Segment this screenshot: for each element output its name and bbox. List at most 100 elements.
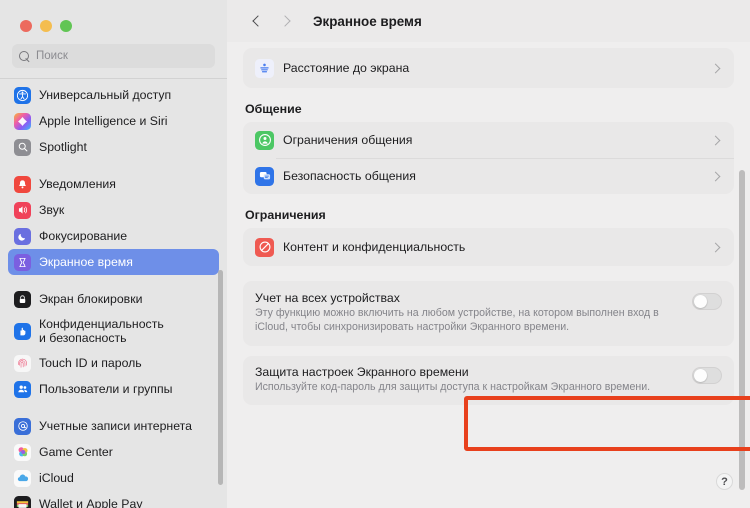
row-label: Ограничения общения	[283, 133, 413, 147]
sidebar-item-notifications[interactable]: Уведомления	[8, 171, 219, 197]
toggle-description: Эту функцию можно включить на любом устр…	[255, 307, 659, 333]
traffic-lights	[0, 0, 227, 38]
sidebar-item-apple-intelligence-siri[interactable]: Apple Intelligence и Siri	[8, 108, 219, 134]
sidebar-item-label: Spotlight	[39, 139, 87, 154]
accessibility-icon	[14, 86, 31, 104]
back-button[interactable]	[243, 8, 269, 34]
chevron-right-icon	[710, 242, 721, 252]
row-communication-safety[interactable]: Безопасность общения	[243, 158, 734, 194]
sidebar-scrollbar[interactable]	[218, 270, 223, 485]
users-groups-icon	[14, 380, 31, 398]
search-container	[0, 38, 227, 74]
sidebar-item-label: Конфиденциальность и безопасность	[39, 316, 164, 345]
lock-screen-icon	[14, 290, 31, 308]
notifications-icon	[14, 175, 31, 193]
toggle-title: Учет на всех устройствах	[255, 291, 400, 305]
privacy-security-icon	[14, 322, 31, 340]
row-communication-limits[interactable]: Ограничения общения	[243, 122, 734, 158]
settings-scroll-area[interactable]: Расстояние до экрана Общение Ограничения…	[227, 42, 750, 508]
communication-limits-icon	[255, 130, 274, 150]
search-box[interactable]	[12, 44, 215, 68]
row-label: Безопасность общения	[283, 169, 416, 183]
focus-icon	[14, 227, 31, 245]
sidebar-item-game-center[interactable]: Game Center	[8, 439, 219, 465]
sidebar-item-label: Apple Intelligence и Siri	[39, 113, 168, 128]
chevron-right-icon	[710, 63, 721, 73]
zoom-button[interactable]	[60, 20, 72, 32]
toggle-row-lock-screen-time-settings[interactable]: Защита настроек Экранного времени Исполь…	[243, 356, 734, 405]
section-title-communication: Общение	[245, 102, 302, 116]
sidebar-item-icloud[interactable]: iCloud	[8, 465, 219, 491]
sidebar-item-touch-id[interactable]: Touch ID и пароль	[8, 350, 219, 376]
help-button[interactable]: ?	[716, 473, 733, 490]
chevron-right-icon	[710, 171, 721, 181]
sidebar-item-label: Экранное время	[39, 254, 133, 269]
internet-accounts-icon	[14, 417, 31, 435]
sidebar-item-accessibility[interactable]: Универсальный доступ	[8, 82, 219, 108]
sound-icon	[14, 201, 31, 219]
content-pane: Экранное время Расстояние до экрана Обще…	[227, 0, 750, 508]
row-label: Контент и конфиденциальность	[283, 240, 466, 254]
communication-card: Ограничения общения Безопасность общения	[243, 122, 734, 194]
row-label: Расстояние до экрана	[283, 61, 410, 75]
system-settings-window: Универсальный доступ Apple Intelligence …	[0, 0, 750, 508]
row-screen-distance[interactable]: Расстояние до экрана	[243, 48, 734, 88]
screen-distance-card: Расстояние до экрана	[243, 48, 734, 88]
sidebar-item-label: iCloud	[39, 470, 74, 485]
toggle-row-share-across-devices[interactable]: Учет на всех устройствах Эту функцию мож…	[243, 281, 734, 346]
switch-knob	[694, 295, 707, 308]
screen-time-icon	[14, 253, 31, 271]
content-privacy-icon	[255, 237, 274, 257]
sidebar-item-privacy-security[interactable]: Конфиденциальность и безопасность	[8, 312, 219, 350]
sidebar-item-label: Game Center	[39, 444, 113, 459]
sidebar-item-screen-time[interactable]: Экранное время	[8, 249, 219, 275]
apple-intelligence-icon	[14, 112, 31, 130]
chevron-right-icon	[278, 15, 291, 27]
screen-distance-icon	[255, 58, 274, 78]
share-across-devices-card: Учет на всех устройствах Эту функцию мож…	[243, 281, 734, 346]
search-input[interactable]	[36, 50, 215, 62]
minimize-button[interactable]	[40, 20, 52, 32]
lock-screen-time-settings-switch[interactable]	[692, 366, 722, 384]
sidebar-item-wallet-apple-pay[interactable]: Wallet и Apple Pay	[8, 491, 219, 508]
toggle-text: Учет на всех устройствах Эту функцию мож…	[255, 291, 682, 335]
toolbar: Экранное время	[227, 0, 750, 42]
game-center-icon	[14, 443, 31, 461]
page-title: Экранное время	[313, 13, 422, 29]
toggle-text: Защита настроек Экранного времени Исполь…	[255, 365, 682, 395]
sidebar-item-label: Пользователи и группы	[39, 381, 173, 396]
sidebar-item-label: Экран блокировки	[39, 291, 143, 306]
sidebar-item-users-groups[interactable]: Пользователи и группы	[8, 376, 219, 402]
spotlight-icon	[14, 138, 31, 156]
sidebar-item-spotlight[interactable]: Spotlight	[8, 134, 219, 160]
lock-settings-card: Защита настроек Экранного времени Исполь…	[243, 355, 734, 405]
sidebar-item-label: Уведомления	[39, 176, 116, 191]
toggle-description: Используйте код-пароль для защиты доступ…	[255, 380, 651, 393]
communication-safety-icon	[255, 166, 274, 186]
search-icon	[19, 50, 30, 62]
sidebar-item-lock-screen[interactable]: Экран блокировки	[8, 286, 219, 312]
section-title-restrictions: Ограничения	[245, 208, 326, 222]
sidebar-item-label: Touch ID и пароль	[39, 355, 142, 370]
restrictions-card: Контент и конфиденциальность	[243, 228, 734, 266]
share-across-devices-switch[interactable]	[692, 293, 722, 310]
chevron-right-icon	[710, 135, 721, 145]
content-scrollbar[interactable]	[739, 170, 745, 490]
sidebar: Универсальный доступ Apple Intelligence …	[0, 0, 227, 508]
sidebar-list: Универсальный доступ Apple Intelligence …	[0, 82, 227, 508]
row-content-privacy[interactable]: Контент и конфиденциальность	[243, 228, 734, 266]
sidebar-item-label: Wallet и Apple Pay	[39, 496, 143, 508]
close-button[interactable]	[20, 20, 32, 32]
switch-knob	[694, 368, 707, 382]
sidebar-item-internet-accounts[interactable]: Учетные записи интернета	[8, 413, 219, 439]
wallet-apple-pay-icon	[14, 495, 31, 508]
sidebar-item-label: Учетные записи интернета	[39, 418, 192, 433]
sidebar-item-focus[interactable]: Фокусирование	[8, 223, 219, 249]
icloud-icon	[14, 469, 31, 487]
touch-id-icon	[14, 354, 31, 372]
sidebar-item-sound[interactable]: Звук	[8, 197, 219, 223]
forward-button[interactable]	[273, 8, 299, 34]
